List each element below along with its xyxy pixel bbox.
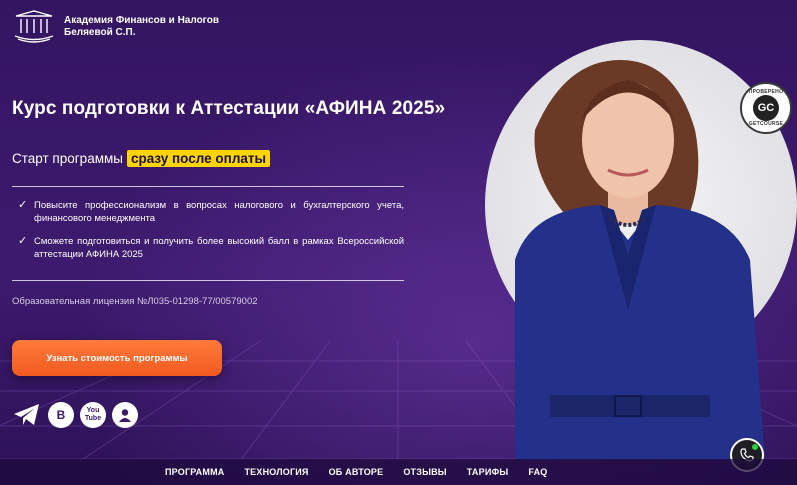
- getcourse-logo-icon: GC: [753, 95, 779, 121]
- academy-logo-icon: [14, 10, 54, 43]
- youtube-icon[interactable]: You Tube: [80, 402, 106, 428]
- brand-header[interactable]: Академия Финансов и Налогов Беляевой С.П…: [12, 10, 234, 44]
- badge-bottom-text: GETCOURSE: [748, 121, 784, 127]
- vk-icon[interactable]: В: [48, 402, 74, 428]
- profile-icon[interactable]: [112, 402, 138, 428]
- start-info: Старт программы сразу после оплаты: [12, 150, 271, 167]
- social-links: В You Tube: [12, 402, 138, 428]
- nav-item-tariffs[interactable]: ТАРИФЫ: [467, 467, 509, 477]
- getcourse-badge: ПРОВЕРЕНО GC GETCOURSE: [740, 82, 792, 134]
- bottom-nav: ПРОГРАММА ТЕХНОЛОГИЯ ОБ АВТОРЕ ОТЗЫВЫ ТА…: [0, 459, 797, 485]
- nav-item-faq[interactable]: FAQ: [528, 467, 547, 477]
- start-prefix: Старт программы: [12, 151, 123, 166]
- nav-item-technology[interactable]: ТЕХНОЛОГИЯ: [244, 467, 308, 477]
- telegram-icon[interactable]: [12, 402, 42, 428]
- list-item: ✓ Повысите профессионализм в вопросах на…: [18, 199, 404, 225]
- benefit-text: Сможете подготовиться и получить более в…: [34, 236, 404, 260]
- author-photo: [515, 60, 765, 460]
- brand-name: Академия Финансов и Налогов Беляевой С.П…: [64, 15, 219, 38]
- online-status-dot: [752, 444, 758, 450]
- license-text: Образовательная лицензия №Л035-01298-77/…: [12, 296, 258, 307]
- nav-item-about[interactable]: ОБ АВТОРЕ: [329, 467, 384, 477]
- benefit-text: Повысите профессионализм в вопросах нало…: [34, 200, 404, 224]
- list-item: ✓ Сможете подготовиться и получить более…: [18, 235, 404, 261]
- benefits-list: ✓ Повысите профессионализм в вопросах на…: [18, 199, 404, 271]
- get-price-button[interactable]: Узнать стоимость программы: [12, 340, 222, 376]
- divider: [12, 186, 404, 187]
- page-title: Курс подготовки к Аттестации «АФИНА 2025…: [12, 98, 446, 119]
- nav-item-program[interactable]: ПРОГРАММА: [165, 467, 224, 477]
- divider: [12, 280, 404, 281]
- check-icon: ✓: [18, 235, 28, 247]
- check-icon: ✓: [18, 199, 28, 211]
- nav-item-reviews[interactable]: ОТЗЫВЫ: [403, 467, 446, 477]
- start-highlight: сразу после оплаты: [126, 150, 271, 167]
